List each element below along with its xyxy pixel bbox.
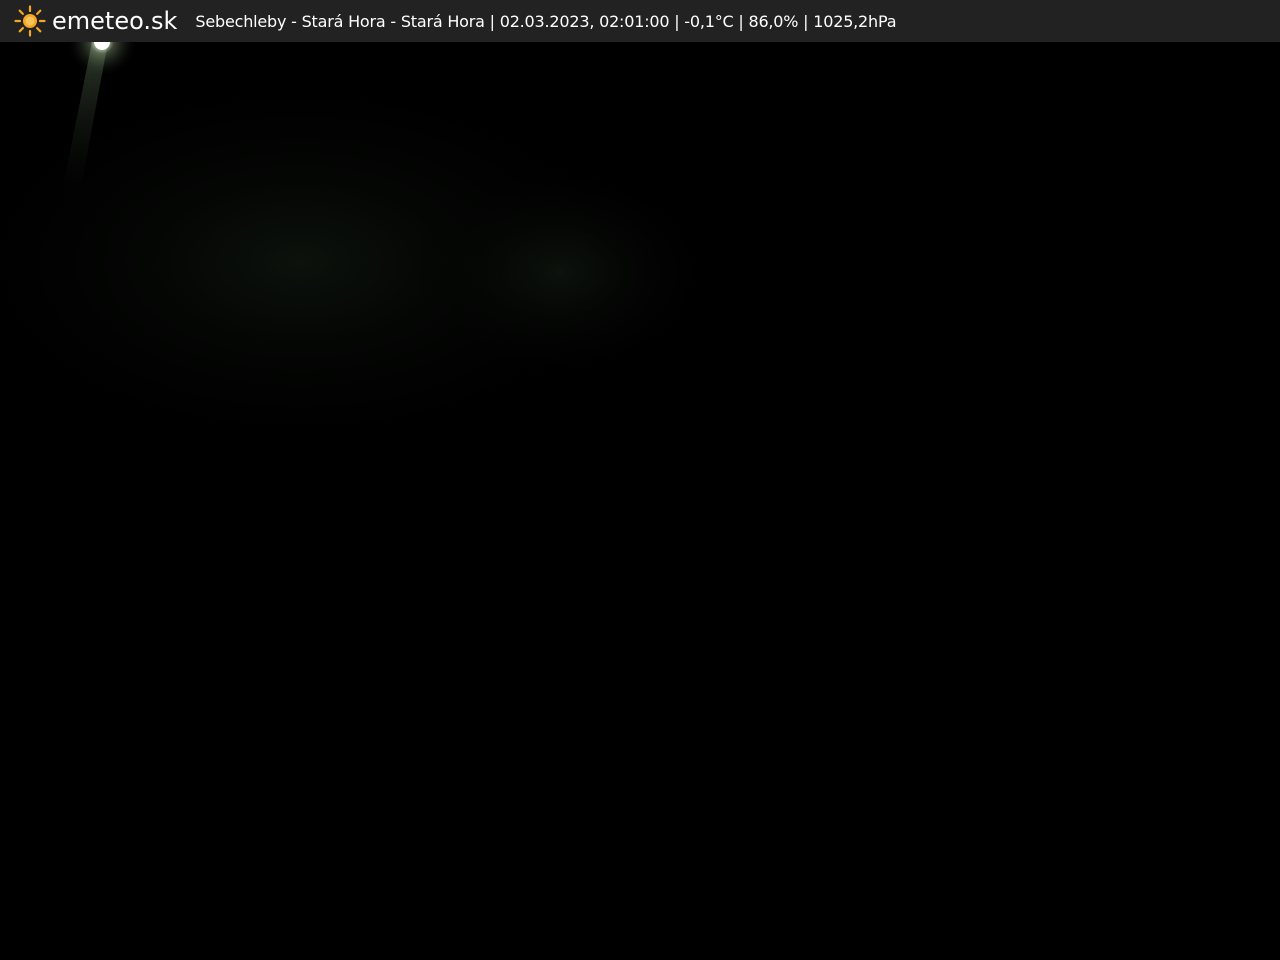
webcam-frame: emeteo.sk Sebechleby - Stará Hora - Star… — [0, 0, 1280, 960]
station-info-caption: Sebechleby - Stará Hora - Stará Hora | 0… — [195, 11, 897, 31]
header-bar: emeteo.sk Sebechleby - Stará Hora - Star… — [0, 0, 1280, 42]
tree-silhouette-haze-2 — [400, 162, 720, 382]
sun-icon — [14, 5, 46, 37]
night-scene — [0, 42, 1280, 960]
brand-logo-text: emeteo.sk — [52, 7, 178, 35]
